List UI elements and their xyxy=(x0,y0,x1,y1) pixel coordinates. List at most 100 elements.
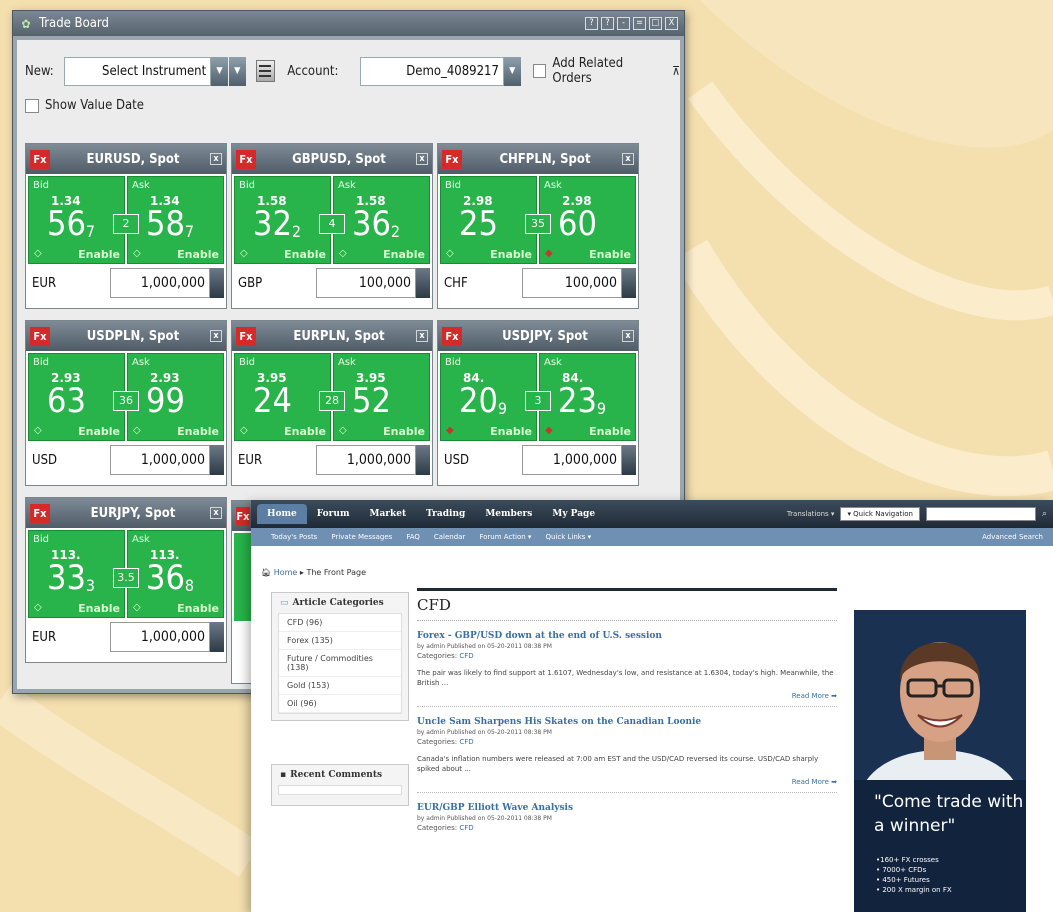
fx-badge-icon: Fx xyxy=(236,149,256,169)
bid-button[interactable]: Bid 2.98 25 ◇ Enable xyxy=(440,176,537,264)
nav-forum[interactable]: Forum xyxy=(307,509,360,519)
advert-point: • 7000+ CFDs xyxy=(876,866,927,874)
nav-market[interactable]: Market xyxy=(359,509,416,519)
nav-my-page[interactable]: My Page xyxy=(542,509,605,519)
category-link[interactable]: CFD xyxy=(459,738,473,746)
category-item[interactable]: Future / Commodities (138) xyxy=(279,650,401,677)
advanced-search-link[interactable]: Advanced Search xyxy=(982,533,1053,541)
instrument-dropdown-alt-icon[interactable]: ▼ xyxy=(228,56,246,86)
subnav-quick-links[interactable]: Quick Links ▾ xyxy=(545,533,591,541)
advert-banner[interactable]: "Come trade with a winner" •160+ FX cros… xyxy=(854,610,1026,912)
bid-button[interactable]: Bid 2.93 63 ◇ Enable xyxy=(28,353,125,441)
instrument-select[interactable]: Select Instrument xyxy=(63,56,212,86)
ask-enable: Enable xyxy=(177,425,219,438)
amount-stepper[interactable] xyxy=(210,622,224,652)
currency-label: USD xyxy=(32,452,57,468)
amount-stepper[interactable] xyxy=(416,445,430,475)
article-meta: by admin Published on 05-20-2011 08:38 P… xyxy=(417,643,552,650)
subnav-calendar[interactable]: Calendar xyxy=(434,533,465,541)
category-label: Categories: xyxy=(417,652,458,660)
ask-button[interactable]: Ask 3.95 52 ◇ Enable xyxy=(333,353,430,441)
menu-icon[interactable] xyxy=(255,60,276,82)
price-panel: Bid 2.93 63 ◇ Enable Ask 2.93 99 ◇ Enabl… xyxy=(28,353,224,441)
bid-enable: Enable xyxy=(284,248,326,261)
restore-button[interactable]: = xyxy=(633,17,646,30)
breadcrumb-home[interactable]: Home xyxy=(274,568,298,577)
bid-button[interactable]: Bid 3.95 24 ◇ Enable xyxy=(234,353,331,441)
bid-button[interactable]: Bid 113. 333 ◇ Enable xyxy=(28,530,125,618)
category-link[interactable]: CFD xyxy=(459,652,473,660)
ask-button[interactable]: Ask 84. 239 ◆ Enable xyxy=(539,353,636,441)
tile-close-icon[interactable]: x xyxy=(416,330,428,342)
new-label: New: xyxy=(25,63,54,79)
amount-row: EUR 1,000,000 xyxy=(232,441,432,479)
account-select[interactable]: Demo_4089217 xyxy=(360,56,504,86)
collapse-icon[interactable]: ⊼ xyxy=(672,64,680,78)
category-item[interactable]: Oil (96) xyxy=(279,695,401,713)
show-value-date-checkbox[interactable] xyxy=(25,98,39,113)
amount-input[interactable]: 1,000,000 xyxy=(110,268,210,298)
ask-direction-icon: ◆ xyxy=(545,425,553,436)
bid-button[interactable]: Bid 1.34 567 ◇ Enable xyxy=(28,176,125,264)
amount-stepper[interactable] xyxy=(210,268,224,298)
bid-button[interactable]: Bid 84. 209 ◆ Enable xyxy=(440,353,537,441)
tile-close-icon[interactable]: x xyxy=(416,153,428,165)
forum-subnav: Today's Posts Private Messages FAQ Calen… xyxy=(251,528,1053,546)
ask-button[interactable]: Ask 2.98 60 ◆ Enable xyxy=(539,176,636,264)
ask-button[interactable]: Ask 1.58 362 ◇ Enable xyxy=(333,176,430,264)
ask-enable: Enable xyxy=(383,248,425,261)
amount-input[interactable]: 100,000 xyxy=(316,268,416,298)
nav-members[interactable]: Members xyxy=(475,509,542,519)
nav-home[interactable]: Home xyxy=(257,504,307,524)
add-related-orders-checkbox[interactable] xyxy=(532,64,547,78)
amount-stepper[interactable] xyxy=(416,268,430,298)
article-title[interactable]: Uncle Sam Sharpens His Skates on the Can… xyxy=(417,717,837,727)
article-title[interactable]: EUR/GBP Elliott Wave Analysis xyxy=(417,803,837,813)
close-window-button[interactable]: X xyxy=(665,17,678,30)
quick-navigation-button[interactable]: ▾ Quick Navigation xyxy=(840,507,920,521)
search-input[interactable] xyxy=(925,507,1036,521)
tile-close-icon[interactable]: x xyxy=(622,153,634,165)
tile-close-icon[interactable]: x xyxy=(210,330,222,342)
tile-close-icon[interactable]: x xyxy=(210,153,222,165)
amount-input[interactable]: 1,000,000 xyxy=(316,445,416,475)
amount-stepper[interactable] xyxy=(622,268,636,298)
ask-button[interactable]: Ask 1.34 587 ◇ Enable xyxy=(127,176,224,264)
amount-input[interactable]: 1,000,000 xyxy=(522,445,622,475)
search-icon[interactable]: ⌕ xyxy=(1042,509,1047,519)
minimize-button[interactable]: - xyxy=(617,17,630,30)
tile-close-icon[interactable]: x xyxy=(210,507,222,519)
translations-menu[interactable]: Translations ▾ xyxy=(787,510,835,518)
subnav-private-messages[interactable]: Private Messages xyxy=(331,533,392,541)
category-item[interactable]: Gold (153) xyxy=(279,677,401,695)
read-more-link[interactable]: Read More ➡ xyxy=(417,778,837,786)
ask-direction-icon: ◇ xyxy=(133,248,141,259)
article-title[interactable]: Forex - GBP/USD down at the end of U.S. … xyxy=(417,631,837,641)
ask-button[interactable]: Ask 113. 368 ◇ Enable xyxy=(127,530,224,618)
amount-stepper[interactable] xyxy=(210,445,224,475)
category-item[interactable]: Forex (135) xyxy=(279,632,401,650)
maximize-button[interactable]: □ xyxy=(649,17,662,30)
tile-close-icon[interactable]: x xyxy=(622,330,634,342)
amount-input[interactable]: 100,000 xyxy=(522,268,622,298)
bid-button[interactable]: Bid 1.58 322 ◇ Enable xyxy=(234,176,331,264)
ask-label: Ask xyxy=(132,534,150,545)
ask-button[interactable]: Ask 2.93 99 ◇ Enable xyxy=(127,353,224,441)
subnav-faq[interactable]: FAQ xyxy=(406,533,420,541)
instrument-dropdown-icon[interactable]: ▼ xyxy=(211,56,228,86)
ask-pips: 368 xyxy=(146,558,195,598)
amount-input[interactable]: 1,000,000 xyxy=(110,445,210,475)
nav-trading[interactable]: Trading xyxy=(416,509,475,519)
category-item[interactable]: CFD (96) xyxy=(279,614,401,632)
amount-stepper[interactable] xyxy=(622,445,636,475)
pin-button[interactable]: ? xyxy=(585,17,598,30)
subnav-todays-posts[interactable]: Today's Posts xyxy=(271,533,317,541)
read-more-link[interactable]: Read More ➡ xyxy=(417,692,837,700)
amount-input[interactable]: 1,000,000 xyxy=(110,622,210,652)
help-button[interactable]: ? xyxy=(601,17,614,30)
subnav-forum-action[interactable]: Forum Action ▾ xyxy=(479,533,531,541)
category-link[interactable]: CFD xyxy=(459,824,473,832)
currency-label: CHF xyxy=(444,275,468,291)
account-dropdown-icon[interactable]: ▼ xyxy=(503,56,521,86)
home-icon[interactable]: 🏠︎ xyxy=(261,568,271,577)
